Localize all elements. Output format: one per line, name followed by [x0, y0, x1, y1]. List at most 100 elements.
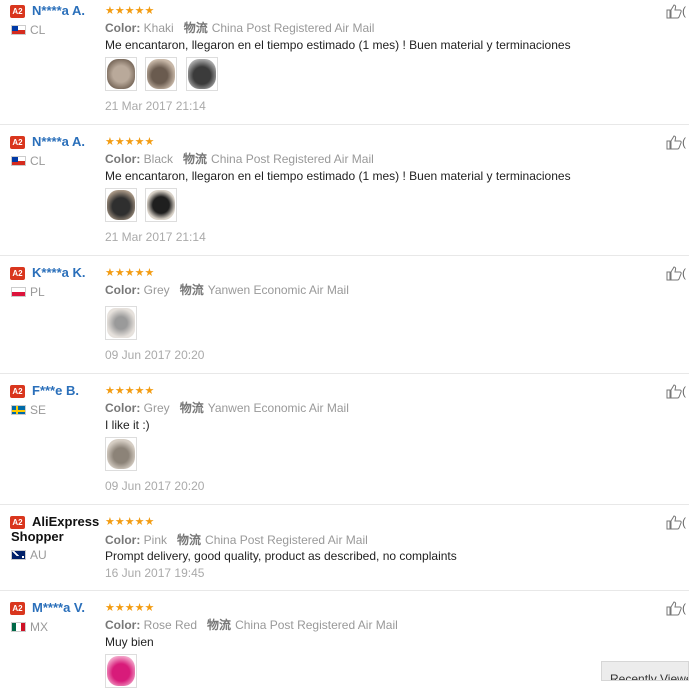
color-label: Color:	[105, 152, 141, 166]
reviewer-country: SE	[30, 403, 47, 417]
reviewer-name: AliExpress	[32, 514, 100, 529]
review-text: Me encantaron, llegaron en el tiempo est…	[105, 169, 571, 183]
color-value: Grey	[143, 401, 170, 415]
shipping-method: China Post Registered Air Mail	[211, 152, 374, 166]
review-meta: Color: Pink 物流 China Post Registered Air M…	[105, 531, 368, 548]
flag-se-icon	[11, 405, 26, 415]
flag-cl-icon	[11, 25, 26, 35]
thumbs-up-icon	[666, 384, 682, 399]
shipping-method: Yanwen Economic Air Mail	[207, 283, 349, 297]
rating-stars: ★★★★★	[105, 267, 155, 279]
color-label: Color:	[105, 21, 141, 35]
review-date: 16 Jun 2017 19:45	[105, 566, 205, 580]
review-photos	[105, 654, 141, 688]
review-photos	[105, 306, 141, 340]
thumbs-up-icon	[666, 4, 682, 19]
color-label: Color:	[105, 533, 141, 547]
helpful-button[interactable]: (	[666, 515, 686, 530]
reviewer-country: CL	[30, 154, 46, 168]
review-date: 21 Mar 2017 21:14	[105, 99, 206, 113]
color-value: Rose Red	[143, 618, 198, 632]
flag-cl-icon	[11, 156, 26, 166]
color-label: Color:	[105, 401, 141, 415]
rating-stars: ★★★★★	[105, 516, 155, 528]
logistics-label: 物流	[179, 283, 204, 297]
helpful-count: (	[682, 4, 686, 18]
reviewer-country: AU	[30, 548, 47, 562]
buyer-level-badge: A2	[10, 385, 25, 398]
reviewer-name: M****a V.	[32, 600, 85, 615]
review-date: 09 Jun 2017 20:20	[105, 479, 205, 493]
helpful-count: (	[682, 515, 686, 529]
rating-stars: ★★★★★	[105, 385, 155, 397]
flag-pl-icon	[11, 287, 26, 297]
color-value: Pink	[143, 533, 168, 547]
helpful-count: (	[682, 384, 686, 398]
helpful-button[interactable]: (	[666, 135, 686, 150]
review-photo-thumbnail[interactable]	[145, 188, 178, 222]
shipping-method: Yanwen Economic Air Mail	[207, 401, 349, 415]
review-photo-thumbnail[interactable]	[105, 188, 137, 222]
logistics-label: 物流	[207, 618, 232, 632]
reviewer-country: PL	[30, 285, 45, 299]
reviewer-name: N****a A.	[32, 3, 85, 18]
color-label: Color:	[105, 283, 141, 297]
buyer-level-badge: A2	[10, 602, 25, 615]
helpful-count: (	[682, 135, 686, 149]
flag-mx-icon	[11, 622, 26, 632]
color-value: Black	[143, 152, 174, 166]
logistics-label: 物流	[183, 21, 208, 35]
reviewer-name: N****a A.	[32, 134, 85, 149]
helpful-count: (	[682, 601, 686, 615]
review-meta: Color: Grey 物流 Yanwen Economic Air Mail	[105, 399, 349, 416]
review-meta: Color: Black 物流 China Post Registered Air …	[105, 150, 374, 167]
recently-viewed-tab[interactable]: Recently Viewed	[601, 661, 689, 681]
buyer-level-badge: A2	[10, 516, 25, 529]
thumbs-up-icon	[666, 135, 682, 150]
review-photo-thumbnail[interactable]	[105, 654, 137, 688]
logistics-label: 物流	[183, 152, 208, 166]
helpful-button[interactable]: (	[666, 384, 686, 399]
shipping-method: China Post Registered Air Mail	[211, 21, 375, 35]
thumbs-up-icon	[666, 515, 682, 530]
review-date: 09 Jun 2017 20:20	[105, 348, 205, 362]
logistics-label: 物流	[179, 401, 204, 415]
helpful-button[interactable]: (	[666, 266, 686, 281]
buyer-level-badge: A2	[10, 5, 25, 18]
review-item: A2 AliExpress Shopper AU ★★★★★ Color: Pi…	[0, 505, 689, 591]
review-date: 21 Mar 2017 21:14	[105, 230, 206, 244]
buyer-level-badge: A2	[10, 267, 25, 280]
rating-stars: ★★★★★	[105, 136, 155, 148]
flag-au-icon	[11, 550, 26, 560]
helpful-button[interactable]: (	[666, 4, 686, 19]
logistics-label: 物流	[177, 533, 202, 547]
helpful-count: (	[682, 266, 686, 280]
review-meta: Color: Rose Red 物流 China Post Registered A…	[105, 616, 398, 633]
review-text: I like it :)	[105, 418, 150, 432]
color-value: Grey	[143, 283, 170, 297]
review-photo-thumbnail[interactable]	[105, 306, 137, 340]
thumbs-up-icon	[666, 601, 682, 616]
thumbs-up-icon	[666, 266, 682, 281]
shipping-method: China Post Registered Air Mail	[205, 533, 368, 547]
reviewer-name: K****a K.	[32, 265, 86, 280]
review-item: A2 M****a V. MX ★★★★★ Color: Rose Red 物流 C…	[0, 591, 689, 688]
helpful-button[interactable]: (	[666, 601, 686, 616]
review-photo-thumbnail[interactable]	[145, 57, 178, 91]
review-meta: Color: Khaki 物流 China Post Registered Air …	[105, 19, 374, 36]
shipping-method: China Post Registered Air Mail	[235, 618, 398, 632]
review-photo-thumbnail[interactable]	[105, 57, 137, 91]
rating-stars: ★★★★★	[105, 5, 155, 17]
color-value: Khaki	[143, 21, 174, 35]
review-item: A2 N****a A. CL ★★★★★ Color: Khaki 物流 Chin…	[0, 0, 689, 125]
rating-stars: ★★★★★	[105, 602, 155, 614]
review-photo-thumbnail[interactable]	[105, 437, 137, 471]
review-text: Muy bien	[105, 635, 154, 649]
review-item: A2 F***e B. SE ★★★★★ Color: Grey 物流 Yanwen…	[0, 374, 689, 505]
reviewer-name-line2: Shopper	[11, 529, 64, 544]
review-photo-thumbnail[interactable]	[185, 57, 218, 91]
color-label: Color:	[105, 618, 141, 632]
buyer-level-badge: A2	[10, 136, 25, 149]
review-item: A2 N****a A. CL ★★★★★ Color: Black 物流 Chin…	[0, 125, 689, 256]
review-meta: Color: Grey 物流 Yanwen Economic Air Mail	[105, 281, 349, 298]
